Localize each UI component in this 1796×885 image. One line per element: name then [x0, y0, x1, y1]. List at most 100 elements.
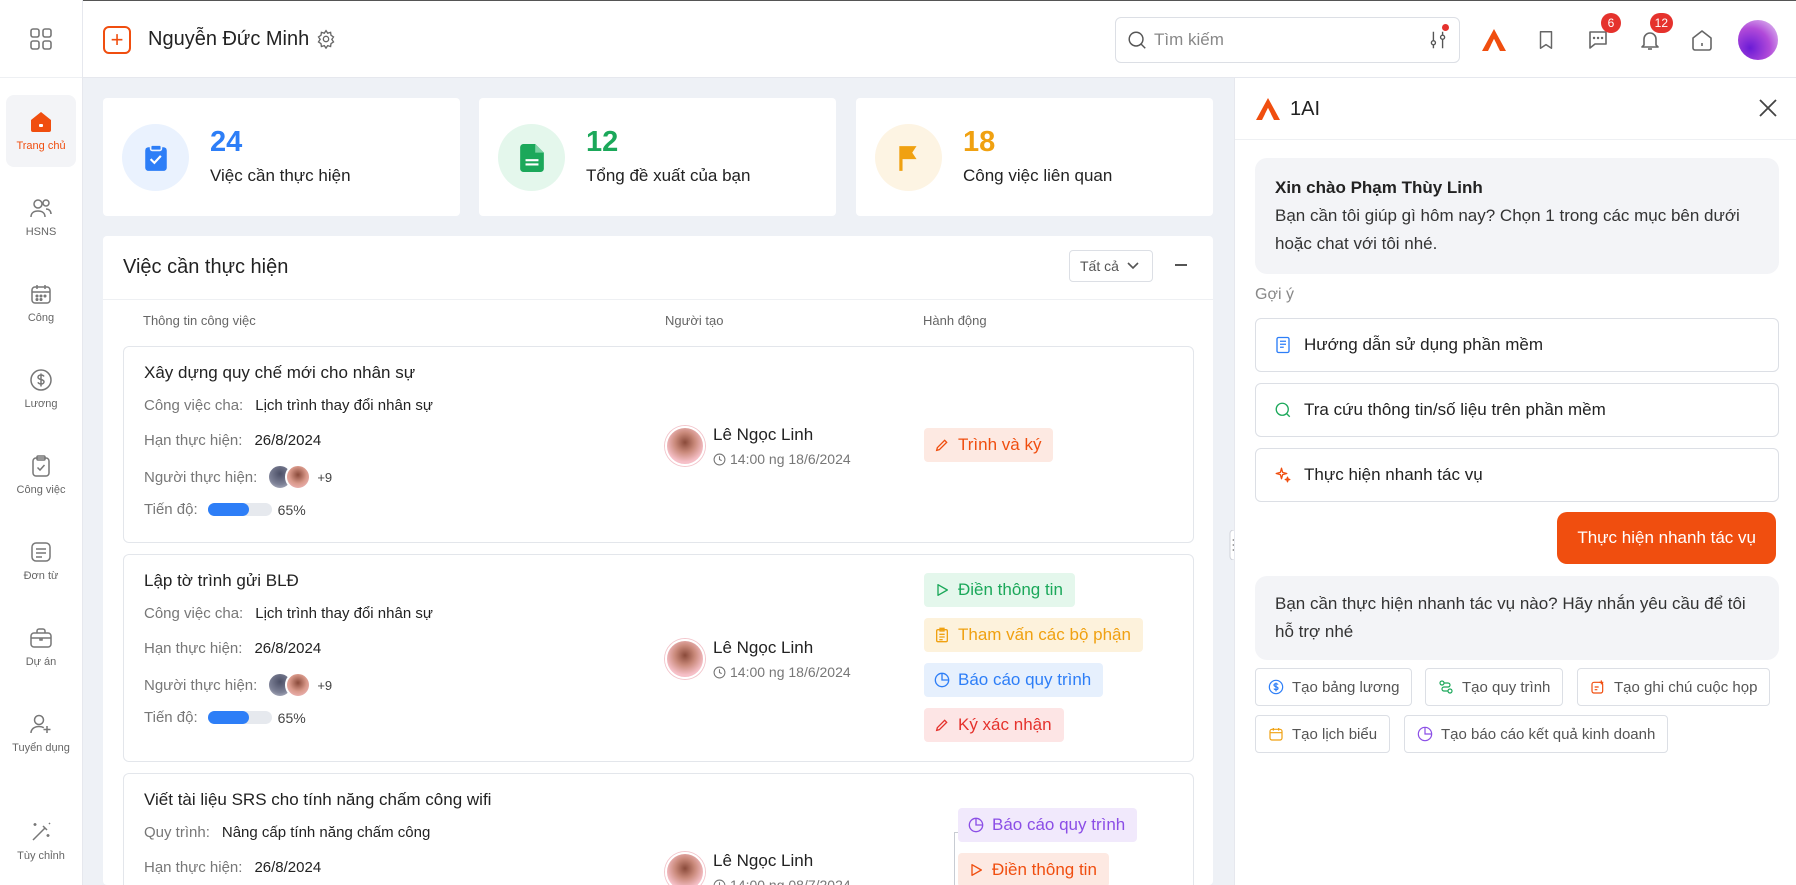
action-fill-info-button[interactable]: Điền thông tin: [958, 853, 1109, 885]
chip-create-meeting-note[interactable]: Tạo ghi chú cuộc họp: [1577, 668, 1771, 706]
flag-icon: [898, 145, 917, 171]
app-grid-button[interactable]: [0, 0, 82, 78]
deadline-value: 26/8/2024: [254, 859, 322, 876]
notification-button[interactable]: 12: [1635, 13, 1673, 55]
sidebar-item-don-tu[interactable]: Đơn từ: [6, 525, 76, 597]
pie-chart-icon: [968, 817, 984, 833]
sidebar: Trang chủ HSNS Công Lương Công việc Đơn …: [0, 0, 83, 885]
assignee-avatars[interactable]: [267, 672, 312, 698]
search-icon: [1275, 402, 1291, 418]
task-parent-row: Quy trình: Nâng cấp tính năng chấm công: [144, 824, 430, 841]
sparkle-icon: [1275, 467, 1291, 483]
suggestion-label: Tra cứu thông tin/số liệu trên phần mềm: [1304, 400, 1606, 419]
user-avatar[interactable]: [1738, 20, 1778, 60]
progress-label: Tiến độ:: [144, 501, 198, 518]
pencil-icon: [935, 719, 948, 732]
progress-value: 65%: [277, 709, 306, 726]
deadline-value: 26/8/2024: [254, 432, 322, 449]
sidebar-item-cong-viec[interactable]: Công việc: [6, 439, 76, 511]
home-icon: [31, 112, 51, 132]
chip-create-process[interactable]: Tạo quy trình: [1425, 668, 1564, 706]
creator-name: Lê Ngọc Linh: [713, 638, 814, 657]
notification-badge: 12: [1649, 13, 1673, 33]
sidebar-item-tuyen-dung[interactable]: Tuyển dụng: [6, 697, 76, 769]
top-header: + Nguyễn Đức Minh 6 12: [83, 0, 1796, 78]
parent-value: Lịch trình thay đổi nhân sự: [255, 397, 433, 414]
task-card[interactable]: Viết tài liệu SRS cho tính năng chấm côn…: [123, 773, 1194, 885]
stat-card-related[interactable]: 18 Công việc liên quan: [856, 98, 1213, 216]
action-label: Báo cáo quy trình: [958, 670, 1092, 689]
search-input[interactable]: [1154, 28, 1414, 52]
chip-create-schedule[interactable]: Tạo lịch biểu: [1255, 715, 1391, 753]
sidebar-item-label: Công: [27, 312, 55, 324]
workflow-icon: [1439, 680, 1453, 694]
close-icon[interactable]: [1758, 98, 1778, 118]
action-consult-button[interactable]: Tham vấn các bộ phận: [924, 618, 1143, 652]
parent-label: Công việc cha:: [144, 605, 244, 622]
sidebar-item-label: Trang chủ: [16, 140, 66, 152]
task-title: Lập tờ trình gửi BLĐ: [144, 571, 299, 590]
action-confirm-button[interactable]: Ký xác nhận: [924, 708, 1064, 742]
stat-card-tasks[interactable]: 24 Việc cần thực hiện: [103, 98, 460, 216]
suggestion-lookup[interactable]: Tra cứu thông tin/số liệu trên phần mềm: [1255, 383, 1779, 437]
action-sign-button[interactable]: Trình và ký: [924, 428, 1054, 462]
tasks-panel: Việc cần thực hiện Tất cả Thông tin công…: [103, 236, 1213, 885]
time-text: 14:00 ng 18/6/2024: [730, 451, 851, 467]
settings-button[interactable]: [316, 29, 336, 54]
chip-create-payroll[interactable]: Tạo bảng lương: [1255, 668, 1413, 706]
suggestion-quick-task[interactable]: Thực hiện nhanh tác vụ: [1255, 448, 1779, 502]
task-deadline-row: Hạn thực hiện: 26/8/2024: [144, 859, 321, 876]
creator: Lê Ngọc Linh 14:00 ng 18/6/2024: [665, 638, 851, 680]
sidebar-item-label: Dự án: [25, 656, 57, 668]
chip-label: Tạo ghi chú cuộc họp: [1614, 678, 1758, 696]
ai-title: 1AI: [1290, 98, 1321, 120]
bookmark-button[interactable]: [1531, 25, 1561, 55]
parent-label: Quy trình:: [144, 824, 210, 841]
sidebar-item-hsns[interactable]: HSNS: [6, 181, 76, 253]
reply-text: Bạn cần thực hiện nhanh tác vụ nào? Hãy …: [1275, 594, 1746, 641]
action-report-button[interactable]: Báo cáo quy trình: [924, 663, 1104, 697]
stat-label: Tổng đề xuất của bạn: [586, 166, 751, 185]
search-box[interactable]: [1115, 17, 1460, 63]
suggestion-guide[interactable]: Hướng dẫn sử dụng phần mềm: [1255, 318, 1779, 372]
filter-dropdown[interactable]: Tất cả: [1069, 250, 1153, 282]
creator-avatar: [665, 639, 705, 679]
app-logo-button[interactable]: [1479, 25, 1509, 55]
task-parent-row: Công việc cha: Lịch trình thay đổi nhân …: [144, 397, 433, 414]
creator-time: 14:00 ng 18/6/2024: [713, 451, 851, 467]
task-card[interactable]: Lập tờ trình gửi BLĐ Công việc cha: Lịch…: [123, 554, 1194, 762]
action-fill-info-button[interactable]: Điền thông tin: [924, 573, 1075, 607]
progress-value: 65%: [277, 501, 306, 518]
collapse-button[interactable]: [1175, 264, 1187, 266]
header-divider: [103, 299, 1213, 300]
action-label: Điền thông tin: [992, 860, 1097, 879]
pie-chart-icon: [1417, 726, 1433, 742]
assignee-avatars[interactable]: [267, 464, 312, 490]
suggestions-label: Gợi ý: [1255, 286, 1294, 303]
chat-button[interactable]: 6: [1583, 13, 1621, 55]
sidebar-item-home[interactable]: Trang chủ: [6, 95, 76, 167]
home-button[interactable]: [1687, 25, 1717, 55]
progress-label: Tiến độ:: [144, 709, 198, 726]
sidebar-item-cong[interactable]: Công: [6, 267, 76, 339]
parent-value: Lịch trình thay đổi nhân sự: [255, 605, 433, 622]
stat-card-proposals[interactable]: 12 Tổng đề xuất của bạn: [479, 98, 836, 216]
action-label: Tham vấn các bộ phận: [958, 625, 1131, 644]
user-message: Thực hiện nhanh tác vụ: [1557, 512, 1776, 564]
sidebar-item-label: HSNS: [25, 226, 57, 238]
dollar-icon: [1268, 679, 1284, 695]
sidebar-item-du-an[interactable]: Dự án: [6, 611, 76, 683]
parent-label: Công việc cha:: [144, 397, 244, 414]
sidebar-item-tuy-chinh[interactable]: Tùy chỉnh: [6, 805, 76, 877]
task-card[interactable]: Xây dựng quy chế mới cho nhân sự Công vi…: [123, 346, 1194, 543]
action-report-button[interactable]: Báo cáo quy trình: [958, 808, 1138, 842]
task-assignee-row: Người thực hiện: +9: [144, 672, 332, 698]
suggestion-label: Hướng dẫn sử dụng phần mềm: [1304, 335, 1543, 354]
add-button[interactable]: +: [103, 26, 131, 54]
action-label: Ký xác nhận: [958, 715, 1052, 734]
filter-icon[interactable]: [1427, 29, 1449, 51]
chip-create-business-report[interactable]: Tạo báo cáo kết quả kinh doanh: [1404, 715, 1669, 753]
ai-greeting-message: Xin chào Phạm Thùy Linh Bạn cần tôi giúp…: [1255, 158, 1779, 274]
sidebar-item-luong[interactable]: Lương: [6, 353, 76, 425]
sidebar-item-label: Đơn từ: [23, 570, 59, 582]
